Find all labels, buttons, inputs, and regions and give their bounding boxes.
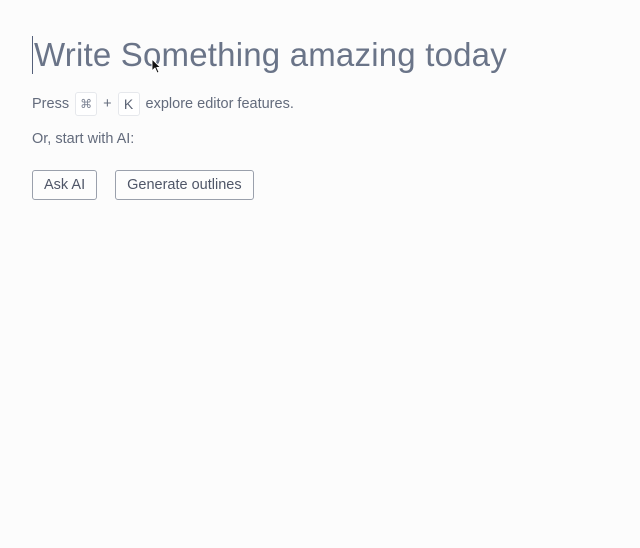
title-placeholder: Write Something amazing today	[34, 36, 507, 73]
ai-start-label: Or, start with AI:	[32, 131, 135, 147]
hint-suffix: explore editor features.	[145, 96, 294, 112]
command-key-icon: ⌘	[75, 92, 98, 116]
hint-prefix: Press	[32, 96, 70, 112]
generate-outlines-button[interactable]: Generate outlines	[115, 170, 254, 200]
editor-canvas[interactable]: Write Something amazing today Press ⌘ + …	[0, 0, 640, 548]
k-key: K	[117, 92, 140, 116]
hint-plus: +	[103, 96, 112, 112]
shortcut-hint: Press ⌘ + K explore editor features.	[32, 92, 294, 116]
ask-ai-button[interactable]: Ask AI	[32, 170, 98, 200]
ai-action-buttons: Ask AI Generate outlines	[32, 170, 254, 200]
mouse-pointer-icon	[151, 58, 161, 74]
text-caret	[32, 36, 33, 74]
title-field[interactable]: Write Something amazing today	[32, 34, 507, 76]
